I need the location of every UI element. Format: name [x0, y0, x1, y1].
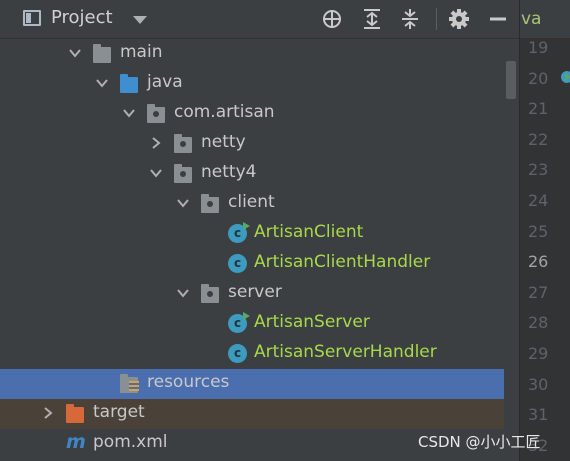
- line-number: 20: [528, 68, 549, 88]
- chevron-down-icon[interactable]: [176, 196, 190, 210]
- line-number: 29: [528, 344, 549, 363]
- tree-item[interactable]: client: [0, 189, 519, 219]
- tree-item-label: ArtisanServerHandler: [254, 342, 437, 362]
- chevron-down-icon[interactable]: [122, 106, 136, 120]
- run-gutter-icon[interactable]: [560, 70, 570, 84]
- excluded-folder-icon: [66, 404, 84, 423]
- tree-item[interactable]: main: [0, 39, 519, 69]
- tree-item-label: target: [93, 402, 145, 422]
- package-icon: [201, 284, 219, 303]
- tree-item-label: ArtisanServer: [254, 312, 370, 332]
- editor-tab-label[interactable]: va: [521, 9, 541, 29]
- watermark: CSDN @小小工匠: [418, 433, 541, 451]
- tree-item-label: client: [228, 192, 275, 212]
- hide-icon[interactable]: [487, 8, 509, 30]
- chevron-down-icon[interactable]: [68, 46, 82, 60]
- collapse-all-icon[interactable]: [399, 8, 421, 30]
- tree-item-label: java: [147, 72, 183, 92]
- tree-item[interactable]: com.artisan: [0, 99, 519, 129]
- settings-icon[interactable]: [448, 8, 470, 30]
- class-icon: c: [228, 254, 247, 273]
- line-number: 31: [528, 405, 549, 425]
- project-tool-window-header: Project: [0, 0, 519, 39]
- line-number: 30: [528, 374, 549, 394]
- maven-icon: m: [66, 431, 86, 453]
- tree-item-label: com.artisan: [174, 102, 275, 122]
- line-number: 25: [528, 221, 549, 241]
- tree-item[interactable]: netty: [0, 129, 519, 159]
- scrollbar-thumb[interactable]: [506, 61, 516, 99]
- tree-item-label: server: [228, 282, 282, 302]
- line-number: 27: [528, 282, 549, 302]
- editor-gutter: va 19 20 21 22 23 24 25 26 27 28 29 30 31 32: [519, 0, 570, 461]
- package-icon: [201, 194, 219, 213]
- line-number: 19: [528, 38, 549, 57]
- tree-item[interactable]: resources: [0, 369, 519, 399]
- line-number: 24: [528, 191, 549, 210]
- runnable-class-icon: c: [228, 222, 250, 243]
- chevron-down-icon[interactable]: [95, 76, 109, 90]
- runnable-class-icon: c: [228, 312, 250, 333]
- line-number: 21: [528, 99, 549, 119]
- project-tree[interactable]: main java com.artisan netty netty4 client c Art…: [0, 39, 519, 461]
- tree-item-label: netty: [201, 132, 246, 152]
- toolbar-separator: [436, 8, 437, 30]
- chevron-down-icon[interactable]: [176, 286, 190, 300]
- package-icon: [174, 164, 192, 183]
- chevron-right-icon[interactable]: [149, 136, 163, 150]
- tree-item-label: pom.xml: [93, 432, 168, 452]
- folder-icon: [93, 44, 111, 63]
- view-dropdown-icon[interactable]: [133, 16, 147, 24]
- line-number: 23: [528, 160, 549, 180]
- tree-item[interactable]: java: [0, 69, 519, 99]
- expand-all-icon[interactable]: [361, 8, 383, 30]
- line-number: 28: [528, 313, 549, 333]
- tree-item[interactable]: netty4: [0, 159, 519, 189]
- project-icon: [23, 10, 41, 26]
- package-icon: [174, 134, 192, 153]
- tree-item[interactable]: target: [0, 399, 519, 429]
- chevron-right-icon[interactable]: [41, 406, 55, 420]
- tree-item-label: netty4: [201, 162, 257, 182]
- tree-item[interactable]: c ArtisanClient: [0, 219, 519, 249]
- source-folder-icon: [120, 74, 138, 93]
- line-number: 22: [528, 129, 549, 149]
- editor-tab[interactable]: va: [520, 0, 570, 39]
- class-icon: c: [228, 344, 247, 363]
- tree-item-label: ArtisanClientHandler: [254, 252, 431, 272]
- tree-item[interactable]: c ArtisanClientHandler: [0, 249, 519, 279]
- resources-folder-icon: [120, 374, 139, 393]
- line-number: 26: [528, 252, 549, 272]
- tree-item[interactable]: c ArtisanServer: [0, 309, 519, 339]
- locate-icon[interactable]: [321, 8, 343, 30]
- panel-title[interactable]: Project: [51, 7, 113, 28]
- tree-item-label: resources: [147, 372, 230, 392]
- tree-item-label: main: [120, 42, 163, 62]
- chevron-down-icon[interactable]: [149, 166, 163, 180]
- tree-item[interactable]: server: [0, 279, 519, 309]
- vertical-scrollbar[interactable]: [504, 39, 519, 461]
- tree-item-label: ArtisanClient: [254, 222, 364, 242]
- package-icon: [147, 104, 165, 123]
- tree-item[interactable]: c ArtisanServerHandler: [0, 339, 519, 369]
